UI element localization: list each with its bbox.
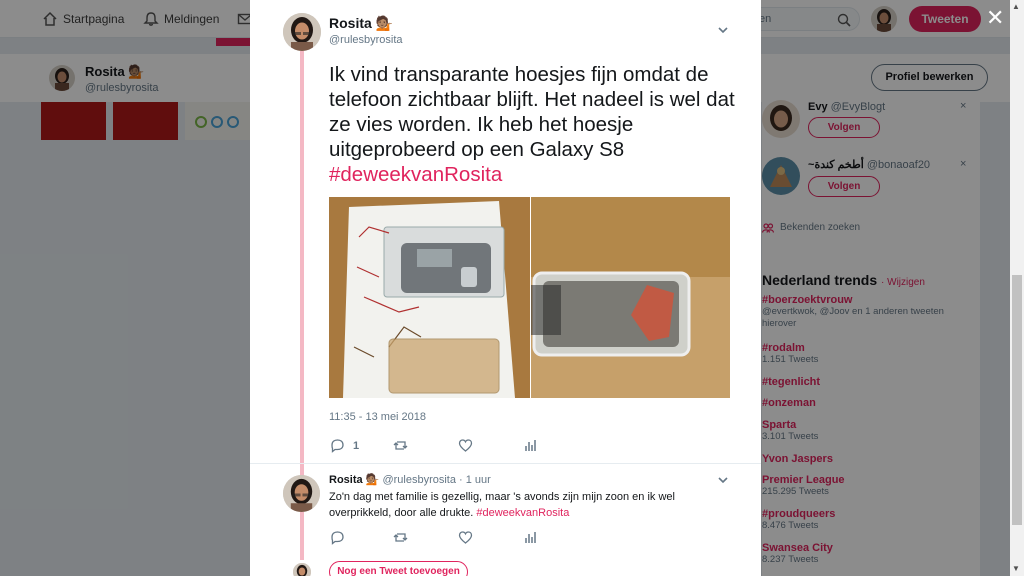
scrollbar-thumb[interactable]	[1012, 275, 1022, 525]
chevron-down-icon[interactable]	[717, 474, 729, 486]
compose-avatar	[293, 563, 311, 576]
thread-connector	[300, 512, 304, 560]
reply-icon	[331, 439, 344, 453]
add-another-tweet-button[interactable]: Nog een Tweet toevoegen	[329, 561, 468, 576]
avatar-image	[293, 563, 311, 576]
avatar-image	[283, 13, 321, 51]
reply-text: Zo'n dag met familie is gezellig, maar '…	[329, 489, 739, 521]
tweet-text: Ik vind transparante hoesjes fijn omdat …	[329, 62, 739, 187]
reply-hashtag[interactable]: #deweekvanRosita	[476, 507, 569, 519]
reply-icon	[331, 531, 344, 545]
reply-action[interactable]: 1	[330, 438, 359, 453]
retweet-icon	[393, 533, 408, 542]
tweet-author-avatar[interactable]	[283, 13, 321, 51]
tweet-body: Ik vind transparante hoesjes fijn omdat …	[329, 63, 735, 161]
avatar-image	[283, 475, 320, 512]
reply-header: Rosita 💁🏽 @rulesbyrosita · 1 uur	[329, 473, 491, 486]
analytics-action[interactable]	[523, 438, 538, 453]
close-icon[interactable]: ✕	[986, 6, 1004, 30]
tweet-author-handle[interactable]: @rulesbyrosita	[329, 34, 403, 46]
reply-author-handle[interactable]: @rulesbyrosita	[382, 474, 456, 486]
reply-author-avatar[interactable]	[283, 475, 320, 512]
tweet-timestamp[interactable]: 11:35 - 13 mei 2018	[329, 411, 426, 423]
analytics-icon	[525, 532, 536, 543]
tweet-hashtag[interactable]: #deweekvanRosita	[329, 163, 502, 186]
reply-count: 1	[353, 439, 360, 452]
like-action[interactable]	[458, 530, 473, 545]
analytics-action[interactable]	[523, 530, 538, 545]
reply-author-name[interactable]: Rosita 💁🏽	[329, 474, 379, 486]
tweet-photo[interactable]	[329, 197, 730, 398]
scroll-up-icon[interactable]: ▲	[1012, 2, 1020, 11]
retweet-action[interactable]	[393, 530, 408, 545]
tweet-divider	[250, 463, 761, 464]
heart-icon	[458, 439, 473, 452]
tweet-author-name[interactable]: Rosita 💁🏽	[329, 15, 393, 32]
analytics-icon	[525, 440, 536, 451]
retweet-icon	[393, 441, 408, 450]
reply-time[interactable]: · 1 uur	[459, 474, 491, 486]
thread-connector	[300, 51, 304, 478]
heart-icon	[458, 531, 473, 544]
reply-action[interactable]	[330, 530, 345, 545]
retweet-action[interactable]	[393, 438, 408, 453]
like-action[interactable]	[458, 438, 473, 453]
chevron-down-icon[interactable]	[717, 24, 729, 36]
scroll-down-icon[interactable]: ▼	[1012, 564, 1020, 573]
